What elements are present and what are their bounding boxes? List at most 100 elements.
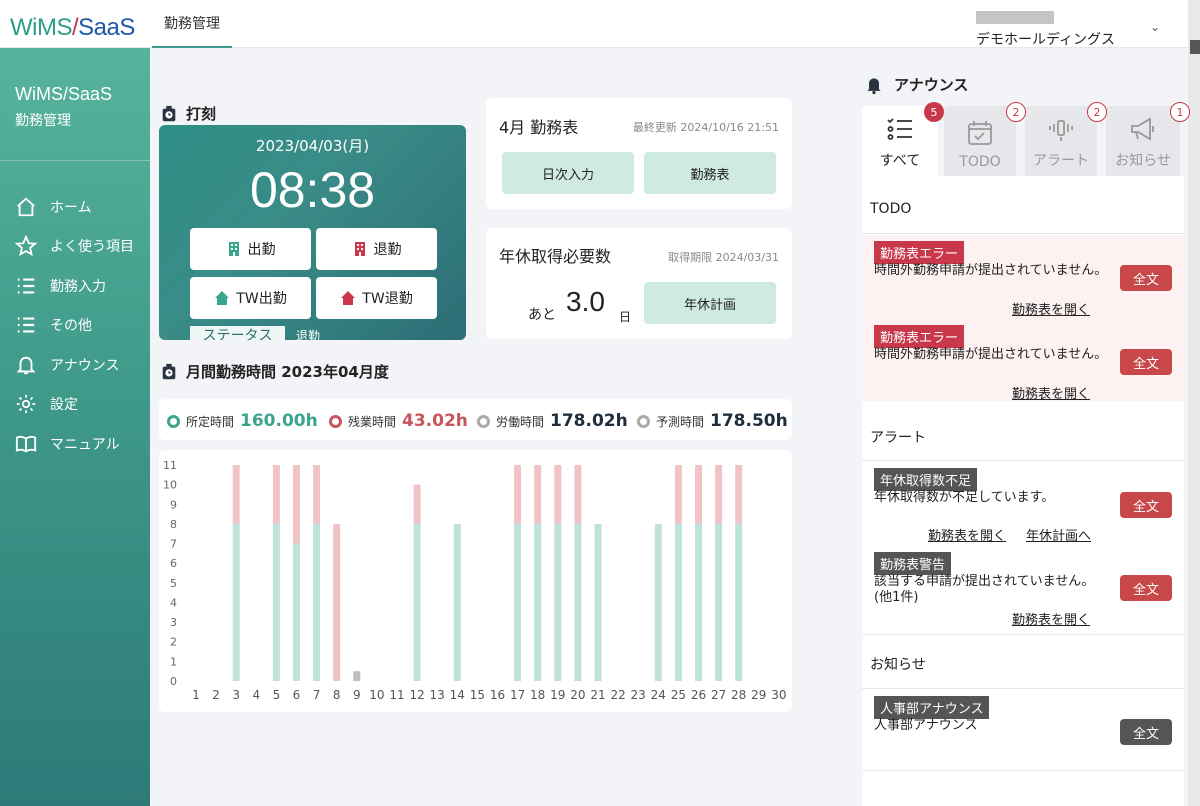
header-tab-attendance[interactable]: 勤務管理 — [152, 0, 232, 48]
full-text-button[interactable]: 全文 — [1120, 349, 1172, 375]
schedule-updated: 最終更新 2024/10/16 21:51 — [632, 121, 779, 134]
company-name[interactable]: デモホールディングス — [976, 29, 1115, 49]
clock-in-button[interactable]: 出勤 — [190, 228, 311, 270]
sidebar-item-other[interactable]: その他 — [14, 310, 144, 340]
tab-all-badge: 5 — [924, 102, 944, 122]
sidebar-item-manual[interactable]: マニュアル — [14, 429, 144, 459]
sidebar: WiMS/SaaS 勤務管理 ホーム よく使う項目 勤務入力 その他 アナウンス… — [0, 48, 150, 806]
checklist-icon — [887, 118, 912, 140]
alert-tag: 年休取得数不足 — [874, 468, 978, 491]
full-text-button[interactable]: 全文 — [1120, 575, 1172, 601]
bar-所定時間 — [674, 523, 682, 681]
bar-所定時間 — [514, 523, 522, 681]
x-tick-label: 2 — [212, 688, 220, 702]
bar-残業時間 — [674, 465, 682, 524]
x-tick-label: 15 — [470, 688, 485, 702]
x-tick-label: 29 — [751, 688, 766, 702]
bar-残業時間 — [715, 465, 723, 524]
bar-所定時間 — [735, 523, 743, 681]
alert-item: 勤務表警告 該当する申請が提出されていません。(他1件) 全文 勤務表を開く — [862, 550, 1184, 630]
bar-残業時間 — [293, 465, 300, 544]
full-text-button[interactable]: 全文 — [1120, 265, 1172, 291]
sidebar-item-favorites[interactable]: よく使う項目 — [14, 231, 144, 261]
leave-title: 年休取得必要数 — [499, 247, 612, 266]
open-timesheet-link[interactable]: 勤務表を開く — [1012, 383, 1090, 402]
x-tick-label: 11 — [389, 688, 404, 702]
sidebar-title: WiMS/SaaS — [15, 84, 113, 104]
todo-item: 勤務表エラー 時間外勤務申請が提出されていません。 全文 勤務表を開く — [862, 235, 1184, 319]
todo-tag: 勤務表エラー — [874, 325, 965, 348]
tab-todo-badge: 2 — [1006, 102, 1026, 122]
full-text-button[interactable]: 全文 — [1120, 719, 1172, 745]
legend-dot — [477, 414, 490, 428]
bell-icon — [14, 353, 38, 377]
tab-notice[interactable]: お知らせ — [1106, 106, 1180, 176]
open-timesheet-link[interactable]: 勤務表を開く — [928, 525, 1006, 544]
telework-clock-in-button[interactable]: TW出勤 — [190, 277, 311, 319]
user-name-redacted — [976, 11, 1054, 24]
todo-tag: 勤務表エラー — [874, 241, 965, 264]
book-icon — [14, 432, 38, 456]
alert-text: 年休取得数が不足しています。 — [874, 490, 1055, 505]
open-timesheet-link[interactable]: 勤務表を開く — [1012, 609, 1090, 628]
status-value: 退勤 — [296, 329, 321, 343]
todo-item: 勤務表エラー 時間外勤務申請が提出されていません。 全文 勤務表を開く — [862, 319, 1184, 402]
x-tick-label: 8 — [333, 688, 341, 702]
y-tick-label: 5 — [170, 577, 177, 590]
leave-remaining-value: 3.0 — [566, 286, 605, 317]
sidebar-item-announce[interactable]: アナウンス — [14, 350, 144, 380]
x-tick-label: 3 — [232, 688, 240, 702]
bar-所定時間 — [313, 523, 321, 681]
todo-text: 時間外勤務申請が提出されていません。 — [874, 263, 1108, 278]
bar-所定時間 — [272, 523, 280, 681]
monthly-section-title: 月間勤務時間 2023年04月度 — [160, 361, 389, 382]
annual-leave-card: 年休取得必要数 取得期限 2024/03/31 あと 3.0 日 年休計画 — [486, 228, 792, 339]
bar-所定時間 — [413, 523, 421, 681]
schedule-title: 4月 勤務表 — [499, 118, 579, 137]
x-tick-label: 24 — [651, 688, 666, 702]
divider — [862, 634, 1184, 635]
y-tick-label: 10 — [163, 479, 177, 492]
legend-overtime: 残業時間 43.02h — [329, 411, 468, 431]
leave-plan-link[interactable]: 年休計画へ — [1026, 525, 1091, 544]
sidebar-item-home[interactable]: ホーム — [14, 192, 144, 222]
daily-input-button[interactable]: 日次入力 — [502, 152, 634, 194]
todo-text: 時間外勤務申請が提出されていません。 — [874, 347, 1108, 362]
star-icon — [14, 234, 38, 258]
scrollbar-thumb[interactable] — [1190, 40, 1200, 54]
timesheet-button[interactable]: 勤務表 — [644, 152, 776, 194]
tab-alert[interactable]: アラート — [1025, 106, 1097, 176]
sidebar-item-work-input[interactable]: 勤務入力 — [14, 271, 144, 301]
building-icon — [228, 242, 239, 256]
schedule-card: 4月 勤務表 最終更新 2024/10/16 21:51 日次入力 勤務表 — [486, 98, 792, 209]
clock-out-button[interactable]: 退勤 — [316, 228, 437, 270]
chevron-down-icon[interactable]: ⌄ — [1150, 20, 1160, 34]
legend-forecast: 予測時間 178.50h — [637, 411, 788, 431]
divider — [862, 688, 1184, 689]
monthly-summary-legend: 所定時間 160.00h 残業時間 43.02h 労働時間 178.02h 予測… — [159, 399, 792, 440]
sidebar-item-label: その他 — [50, 318, 92, 334]
clock-badge-icon — [162, 105, 176, 121]
full-text-button[interactable]: 全文 — [1120, 492, 1172, 518]
open-timesheet-link[interactable]: 勤務表を開く — [1012, 299, 1090, 318]
bar-所定時間 — [232, 523, 240, 681]
leave-plan-button[interactable]: 年休計画 — [644, 282, 776, 324]
y-tick-label: 8 — [170, 518, 177, 531]
page-scrollbar[interactable] — [1188, 0, 1200, 806]
tab-todo[interactable]: TODO — [944, 106, 1016, 176]
brand-logo[interactable]: WiMS/SaaS — [10, 14, 135, 42]
current-time: 08:38 — [249, 162, 376, 218]
bar-残業時間 — [534, 465, 542, 524]
group-notice-title: お知らせ — [870, 657, 926, 673]
x-tick-label: 5 — [273, 688, 281, 702]
legend-worked: 労働時間 178.02h — [477, 411, 628, 431]
y-tick-label: 6 — [170, 557, 177, 570]
telework-clock-out-button[interactable]: TW退勤 — [316, 277, 437, 319]
bar-残業時間 — [574, 465, 582, 524]
clock-badge-icon — [162, 363, 176, 379]
list-icon — [14, 274, 38, 298]
divider — [862, 770, 1184, 771]
alert-item: 年休取得数不足 年休取得数が不足しています。 全文 勤務表を開く 年休計画へ — [862, 466, 1184, 546]
y-tick-label: 0 — [170, 675, 177, 688]
sidebar-item-settings[interactable]: 設定 — [14, 389, 144, 419]
